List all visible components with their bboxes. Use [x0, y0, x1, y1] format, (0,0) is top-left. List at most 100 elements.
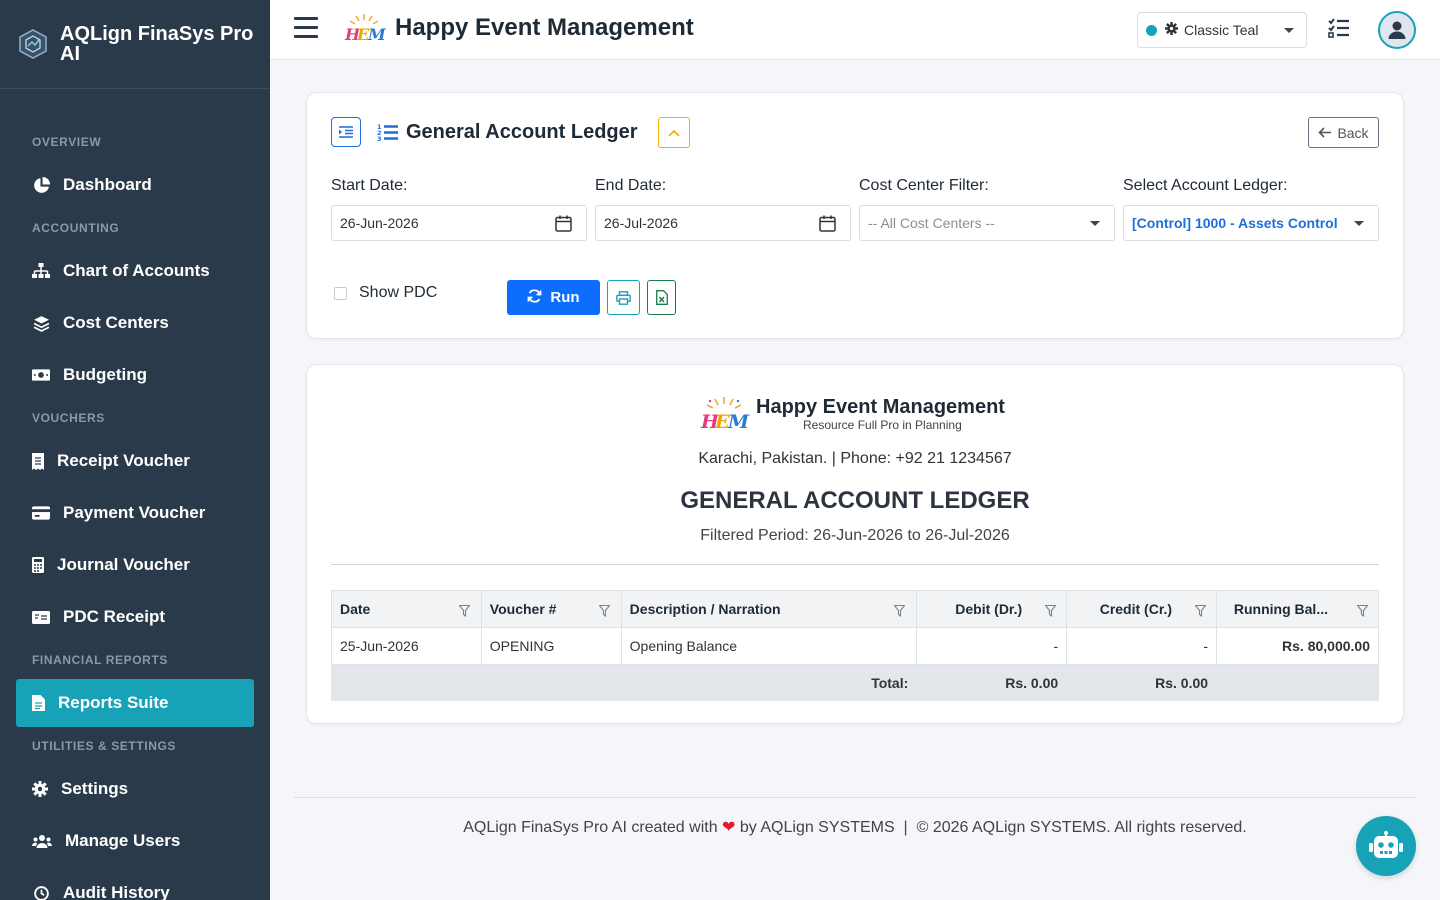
- svg-text:M: M: [727, 411, 750, 433]
- end-date-value: 26-Jul-2026: [604, 215, 678, 231]
- table-row[interactable]: 25-Jun-2026 OPENING Opening Balance - - …: [331, 627, 1379, 665]
- table-header-row: Date Voucher # Description / Narration D…: [331, 590, 1379, 628]
- filter-icon[interactable]: [893, 604, 906, 618]
- col-label: Credit (Cr.): [1099, 601, 1173, 617]
- cost-center-label: Cost Center Filter:: [859, 177, 989, 194]
- gear-icon: [32, 780, 48, 798]
- col-header-voucher[interactable]: Voucher #: [480, 590, 622, 628]
- run-button[interactable]: Run: [507, 280, 600, 315]
- sidebar-item-label: PDC Receipt: [63, 607, 166, 626]
- back-button[interactable]: Back: [1308, 117, 1379, 148]
- sidebar-item-label: Budgeting: [63, 365, 148, 384]
- print-button[interactable]: [607, 280, 640, 315]
- svg-text:3: 3: [377, 135, 382, 141]
- calendar-icon[interactable]: [555, 215, 572, 232]
- cost-center-value: -- All Cost Centers --: [868, 215, 995, 231]
- theme-name: Classic Teal: [1184, 22, 1259, 38]
- footer-created-text: AQLign FinaSys Pro AI created with: [463, 819, 718, 836]
- end-date-label: End Date:: [595, 177, 667, 194]
- cell-date: 25-Jun-2026: [331, 627, 482, 665]
- sidebar-item-pdc-receipt[interactable]: PDC Receipt: [0, 591, 270, 643]
- total-row: Total: Rs. 0.00 Rs. 0.00: [330, 664, 1379, 701]
- sidebar-item-label: Audit History: [63, 883, 170, 900]
- layers-icon: [32, 314, 50, 332]
- total-credit: Rs. 0.00: [1066, 664, 1218, 701]
- brand[interactable]: AQLign FinaSys Pro AI: [0, 0, 270, 89]
- credit-card-icon: [32, 504, 50, 522]
- col-header-description[interactable]: Description / Narration: [620, 590, 918, 628]
- chevron-up-icon: [668, 129, 680, 137]
- chevron-down-icon: [1090, 221, 1100, 226]
- col-label: Date: [340, 601, 371, 617]
- col-label: Debit (Dr.): [955, 601, 1023, 617]
- sidebar-item-journal-voucher[interactable]: Journal Voucher: [0, 539, 270, 591]
- back-label: Back: [1337, 124, 1369, 141]
- hamburger-menu-icon[interactable]: [294, 17, 318, 39]
- printer-icon: [616, 290, 631, 305]
- footer-divider: [294, 797, 1416, 798]
- col-header-running-balance[interactable]: Running Bal...: [1216, 590, 1379, 628]
- file-excel-icon: [655, 290, 668, 305]
- show-pdc-label[interactable]: Show PDC: [359, 284, 437, 302]
- calculator-icon: [32, 556, 44, 574]
- col-header-date[interactable]: Date: [331, 590, 482, 628]
- start-date-input[interactable]: 26-Jun-2026: [331, 205, 587, 241]
- filter-icon[interactable]: [598, 604, 611, 618]
- calendar-icon[interactable]: [819, 215, 836, 232]
- brand-name: AQLign FinaSys Pro AI: [60, 23, 254, 65]
- col-label: Voucher #: [489, 601, 557, 617]
- report-tagline: Resource Full Pro in Planning: [803, 418, 962, 432]
- user-avatar[interactable]: [1378, 11, 1416, 49]
- col-header-credit[interactable]: Credit (Cr.): [1066, 590, 1218, 628]
- sidebar-item-label: Settings: [61, 779, 129, 798]
- tasks-checklist-icon[interactable]: [1328, 18, 1352, 40]
- footer-copyright: © 2026 AQLign SYSTEMS. All rights reserv…: [916, 819, 1247, 836]
- sidebar-item-chart-of-accounts[interactable]: Chart of Accounts: [0, 245, 270, 297]
- account-ledger-select[interactable]: [Control] 1000 - Assets Control: [1123, 205, 1379, 241]
- company-logo-icon: HEM: [342, 12, 387, 46]
- sidebar-item-manage-users[interactable]: Manage Users: [0, 815, 270, 867]
- chevron-down-icon: [1284, 28, 1294, 33]
- sidebar-item-label: Manage Users: [65, 831, 181, 850]
- col-header-debit[interactable]: Debit (Dr.): [916, 590, 1068, 628]
- nav-section-vouchers: VOUCHERS: [32, 411, 105, 425]
- sidebar-item-label: Receipt Voucher: [57, 451, 190, 470]
- col-label: Description / Narration: [629, 601, 781, 617]
- sidebar-item-audit-history[interactable]: Audit History: [0, 867, 270, 900]
- sidebar-item-payment-voucher[interactable]: Payment Voucher: [0, 487, 270, 539]
- sidebar-item-receipt-voucher[interactable]: Receipt Voucher: [0, 435, 270, 487]
- ledger-title: General Account Ledger: [406, 121, 638, 143]
- toggle-sidebar-icon[interactable]: [331, 117, 361, 147]
- file-report-icon: [32, 694, 45, 712]
- filter-icon[interactable]: [458, 604, 471, 618]
- end-date-input[interactable]: 26-Jul-2026: [595, 205, 851, 241]
- ledger-filter-card: 123 General Account Ledger Back Start Da…: [306, 92, 1404, 339]
- sidebar-item-settings[interactable]: Settings: [0, 763, 270, 815]
- show-pdc-checkbox[interactable]: [334, 287, 347, 300]
- cell-running-balance: Rs. 80,000.00: [1216, 627, 1379, 665]
- chatbot-button[interactable]: [1356, 816, 1416, 876]
- filter-icon[interactable]: [1356, 604, 1369, 618]
- robot-icon: [1369, 831, 1403, 858]
- sidebar: AQLign FinaSys Pro AI OVERVIEW Dashboard…: [0, 0, 270, 900]
- sidebar-item-dashboard[interactable]: Dashboard: [0, 159, 270, 211]
- money-icon: [32, 366, 50, 384]
- sidebar-item-budgeting[interactable]: Budgeting: [0, 349, 270, 401]
- cell-voucher: OPENING: [480, 627, 622, 665]
- top-bar: HEM Happy Event Management Classic Teal: [270, 0, 1440, 60]
- export-excel-button[interactable]: [647, 280, 676, 315]
- ledger-report-card: HEM Happy Event Management Resource Full…: [306, 364, 1404, 724]
- cost-center-select[interactable]: -- All Cost Centers --: [859, 205, 1115, 241]
- sidebar-item-cost-centers[interactable]: Cost Centers: [0, 297, 270, 349]
- nav-section-accounting: ACCOUNTING: [32, 221, 120, 235]
- filter-icon[interactable]: [1194, 604, 1207, 618]
- collapse-button[interactable]: [658, 117, 690, 148]
- list-ol-icon: 123: [377, 123, 399, 143]
- cell-debit: -: [916, 627, 1068, 665]
- report-logo-icon: HEM: [698, 395, 750, 435]
- theme-selector[interactable]: Classic Teal: [1137, 12, 1307, 48]
- sidebar-item-reports-suite[interactable]: Reports Suite: [16, 679, 254, 727]
- nav-section-utilities: UTILITIES & SETTINGS: [32, 739, 177, 753]
- sidebar-item-label: Chart of Accounts: [63, 261, 210, 280]
- filter-icon[interactable]: [1044, 604, 1057, 618]
